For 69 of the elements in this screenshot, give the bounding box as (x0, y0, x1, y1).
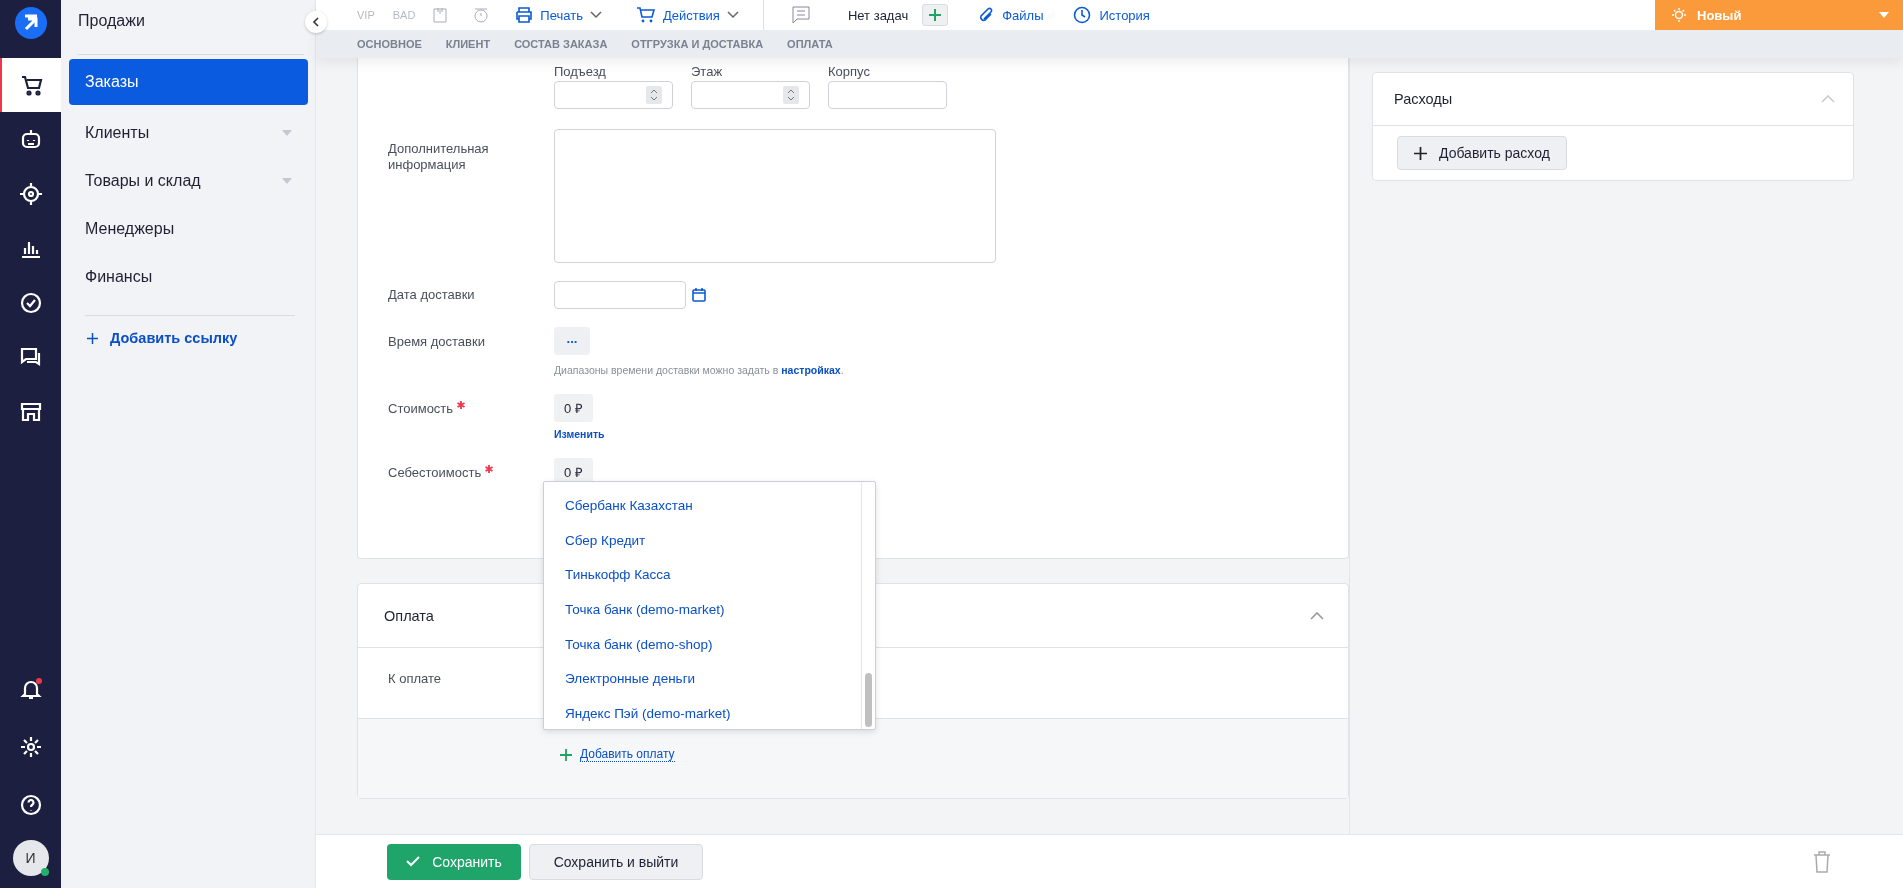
caret-icon (1879, 12, 1889, 18)
add-expense-button[interactable]: Добавить расход (1397, 136, 1567, 170)
section-title: Продажи (77, 11, 146, 31)
cart-icon (635, 6, 656, 24)
actions-button[interactable]: Действия (635, 6, 739, 24)
input-field[interactable] (691, 81, 810, 109)
clipboard-icon[interactable] (433, 7, 448, 23)
print-button[interactable]: Печать (515, 7, 602, 23)
sidebar-item[interactable]: Заказы (69, 59, 308, 105)
plus-icon (87, 332, 98, 344)
alarm-icon[interactable] (473, 7, 490, 23)
printer-icon (515, 7, 534, 23)
plus-icon (929, 9, 942, 21)
card-title: Расходы (1394, 91, 1453, 107)
hint-text: Диапазоны времени доставки можно задать в настройках. (554, 364, 844, 376)
history-link[interactable]: История (1073, 6, 1150, 24)
lightbulb-icon (1671, 7, 1687, 23)
chevron-down-icon (726, 11, 739, 19)
checkmark-icon (406, 856, 421, 867)
input-field[interactable] (828, 81, 947, 109)
add-task-button[interactable] (922, 4, 949, 26)
plus-icon (1414, 146, 1427, 160)
card-title: Оплата (384, 607, 434, 624)
dropdown-option[interactable]: Сбер Кредит (544, 522, 861, 558)
field-label: Корпус (828, 64, 871, 79)
rail-nav-icon[interactable] (0, 58, 61, 112)
time-range-button[interactable]: ... (554, 327, 590, 355)
field-label: Стоимость (388, 401, 454, 416)
field-label: Этаж (691, 64, 724, 79)
calendar-icon[interactable] (692, 288, 706, 302)
field-label: Время доставки (388, 333, 486, 351)
price-value: 0 ₽ (554, 394, 593, 422)
date-field[interactable] (554, 281, 686, 309)
paperclip-icon (978, 6, 995, 24)
collapse-chevron-icon[interactable] (1310, 611, 1324, 620)
plus-icon (560, 748, 572, 761)
add-link[interactable]: Добавить ссылку (69, 330, 316, 346)
dropdown-option[interactable]: Сбербанк Казахстан (544, 488, 861, 523)
field-label: Дата доставки (388, 287, 476, 303)
collapse-button[interactable] (305, 11, 327, 33)
settings-link[interactable]: настройках (781, 364, 841, 376)
tasks-status: Нет задач (847, 7, 909, 23)
chevron-down-icon (589, 11, 602, 19)
save-and-exit-button[interactable]: Сохранить и выйти (529, 843, 703, 880)
add-payment-link[interactable]: Добавить оплату (560, 747, 675, 762)
dropdown-option[interactable]: Тинькофф Касса (544, 557, 861, 593)
field-label: Дополнительная информация (388, 140, 490, 174)
dropdown-option[interactable]: Точка банк (demo-market) (544, 592, 861, 627)
sidebar-item[interactable]: Менеджеры (69, 205, 308, 253)
dropdown-option[interactable]: Точка банк (demo-shop) (544, 626, 861, 662)
field-label: Подъезд (554, 64, 607, 79)
sidebar-item[interactable]: Товары и склад (69, 157, 308, 205)
field-label: К оплате (388, 670, 442, 686)
clock-icon (1073, 6, 1092, 24)
input-field[interactable] (554, 81, 673, 109)
dropdown-option[interactable]: Яндекс Пэй (demo-market) (544, 696, 861, 731)
spinner-icon[interactable] (646, 86, 662, 104)
logo-icon[interactable] (14, 6, 47, 40)
sidebar-item[interactable]: Клиенты (69, 109, 308, 157)
spinner-icon[interactable] (783, 86, 799, 104)
change-link[interactable]: Изменить (554, 428, 605, 440)
dropdown-option[interactable]: Электронные деньги (544, 661, 861, 697)
chevron-left-icon (312, 17, 320, 27)
sidebar-item[interactable]: Финансы (69, 253, 308, 301)
scrollbar-thumb[interactable] (865, 673, 872, 727)
user-avatar[interactable]: И (12, 840, 49, 876)
files-link[interactable]: Файлы (978, 6, 1044, 24)
field-label: Себестоимость (388, 465, 482, 480)
delete-icon[interactable] (1813, 850, 1831, 873)
